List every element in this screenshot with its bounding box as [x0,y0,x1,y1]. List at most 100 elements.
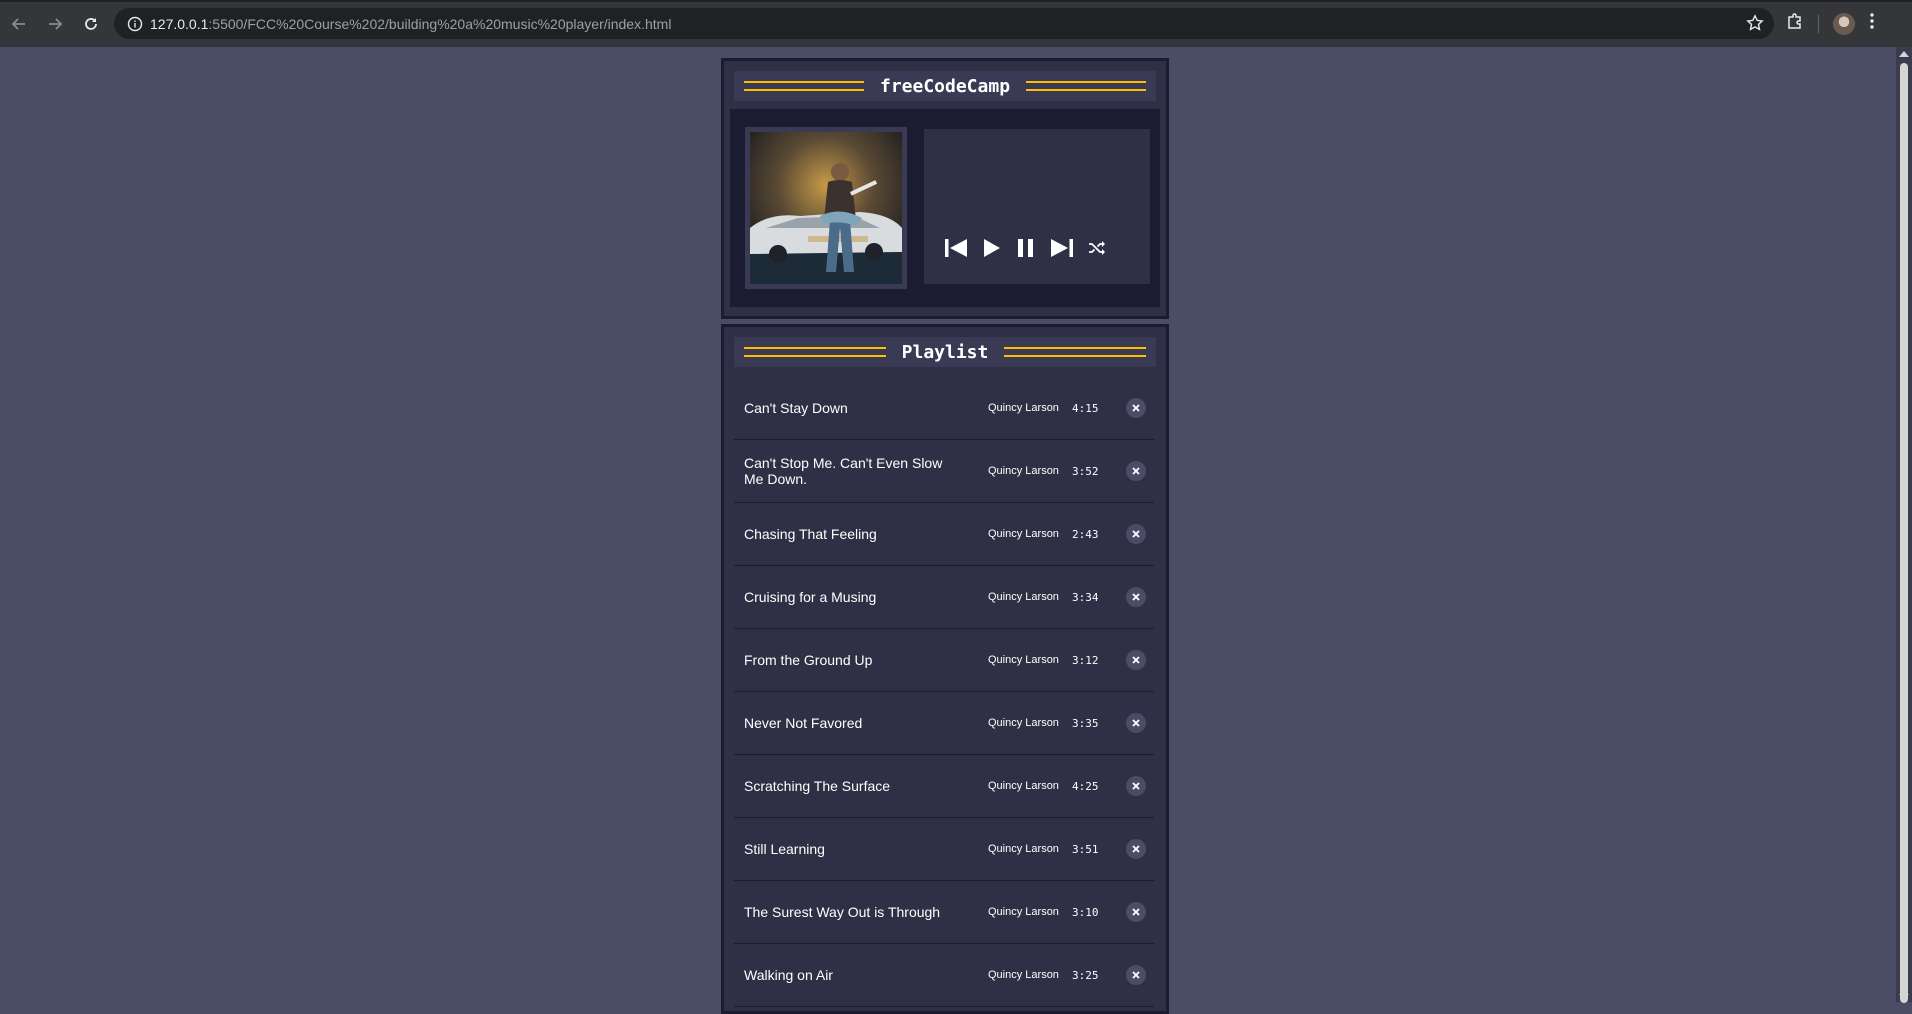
song-artist: Quincy Larson [988,402,1059,414]
delete-song-button[interactable] [1126,461,1146,481]
profile-avatar[interactable] [1833,12,1855,35]
extensions-icon[interactable] [1786,12,1804,35]
song-title[interactable]: Scratching The Surface [744,778,959,794]
playlist-song[interactable]: From the Ground Up Quincy Larson 3:12 [734,629,1154,692]
delete-song-button[interactable] [1126,902,1146,922]
reload-icon [85,17,97,30]
playlist-header: Playlist [734,337,1156,367]
song-title[interactable]: Cruising for a Musing [744,589,959,605]
site-info-icon[interactable] [120,16,150,32]
playlist-song[interactable]: Cruising for a Musing Quincy Larson 3:34 [734,566,1154,629]
song-duration: 3:51 [1072,842,1099,856]
address-bar[interactable]: 127.0.0.1:5500/FCC%20Course%202/building… [114,8,1774,39]
playlist-song[interactable]: Scratching The Surface Quincy Larson 4:25 [734,755,1154,818]
controls-panel [924,129,1150,284]
close-icon [1132,719,1140,727]
song-title[interactable]: Can't Stay Down [744,400,959,416]
song-title[interactable]: From the Ground Up [744,652,959,668]
play-button[interactable] [982,237,1002,259]
album-art [745,127,907,289]
song-duration: 4:25 [1072,779,1099,793]
song-artist: Quincy Larson [988,843,1059,855]
bookmark-star-icon[interactable] [1746,14,1764,37]
delete-song-button[interactable] [1126,587,1146,607]
delete-song-button[interactable] [1126,650,1146,670]
song-artist: Quincy Larson [988,528,1059,540]
header-decoration-right [1026,81,1147,91]
delete-song-button[interactable] [1126,524,1146,544]
song-artist: Quincy Larson [988,969,1059,981]
pause-icon [1018,239,1033,257]
song-title[interactable]: Still Learning [744,841,959,857]
song-duration: 3:35 [1072,716,1099,730]
scroll-down-arrow-icon[interactable] [1899,994,1909,1000]
song-duration: 2:43 [1072,527,1099,541]
url-path: :5500/FCC%20Course%202/building%20a%20mu… [208,15,672,32]
scroll-thumb[interactable] [1900,63,1908,1003]
playlist-song[interactable]: Never Not Favored Quincy Larson 3:35 [734,692,1154,755]
player-header: freeCodeCamp [734,71,1156,101]
close-icon [1132,656,1140,664]
player-controls [944,237,1106,259]
arrow-right-icon [49,17,63,30]
header-decoration-left [744,81,864,91]
delete-song-button[interactable] [1126,398,1146,418]
album-art-image [750,132,902,284]
url-host: 127.0.0.1 [150,15,209,32]
song-title[interactable]: Can't Stop Me. Can't Even Slow Me Down. [744,455,959,487]
playlist-songs: Can't Stay Down Quincy Larson 4:15 Can't St… [734,377,1154,1007]
playlist-panel: Playlist Can't Stay Down Quincy Larson 4:1… [721,324,1169,1014]
scroll-up-arrow-icon[interactable] [1899,51,1909,57]
player-content [730,109,1160,307]
song-artist: Quincy Larson [988,906,1059,918]
song-artist: Quincy Larson [988,717,1059,729]
playlist-song[interactable]: Can't Stop Me. Can't Even Slow Me Down. Q… [734,440,1154,503]
playlist-title: Playlist [901,341,989,363]
next-button[interactable] [1050,237,1074,259]
song-duration: 3:34 [1072,590,1099,604]
close-icon [1132,593,1140,601]
delete-song-button[interactable] [1126,839,1146,859]
next-icon [1051,239,1073,257]
song-duration: 3:12 [1072,653,1099,667]
song-title[interactable]: The Surest Way Out is Through [744,904,959,920]
url-text[interactable]: 127.0.0.1:5500/FCC%20Course%202/building… [150,16,671,32]
previous-icon [945,239,967,257]
playlist-song[interactable]: The Surest Way Out is Through Quincy Lars… [734,881,1154,944]
song-title[interactable]: Never Not Favored [744,715,959,731]
music-player: freeCodeCamp [721,58,1169,319]
delete-song-button[interactable] [1126,713,1146,733]
previous-button[interactable] [944,237,968,259]
reload-button[interactable] [74,7,108,41]
delete-song-button[interactable] [1126,965,1146,985]
playlist-song[interactable]: Chasing That Feeling Quincy Larson 2:43 [734,503,1154,566]
player-title: freeCodeCamp [879,75,1011,97]
close-icon [1132,530,1140,538]
pause-button[interactable] [1016,237,1036,259]
song-title[interactable]: Walking on Air [744,967,959,983]
header-decoration-right [1004,347,1147,357]
back-button[interactable] [2,7,36,41]
shuffle-button[interactable] [1088,240,1106,256]
song-title[interactable]: Chasing That Feeling [744,526,959,542]
arrow-left-icon [11,17,25,30]
toolbar-divider [1818,14,1819,33]
forward-button[interactable] [38,7,72,41]
kebab-menu-icon[interactable] [1869,12,1875,35]
song-artist: Quincy Larson [988,465,1059,477]
toolbar-right [1786,0,1875,47]
play-icon [984,239,1000,257]
header-decoration-left [744,347,886,357]
song-artist: Quincy Larson [988,591,1059,603]
song-artist: Quincy Larson [988,654,1059,666]
browser-toolbar: 127.0.0.1:5500/FCC%20Course%202/building… [0,0,1912,47]
delete-song-button[interactable] [1126,776,1146,796]
close-icon [1132,404,1140,412]
shuffle-icon [1089,241,1105,255]
playlist-song[interactable]: Still Learning Quincy Larson 3:51 [734,818,1154,881]
song-artist: Quincy Larson [988,780,1059,792]
page-scrollbar[interactable] [1896,47,1912,1003]
close-icon [1132,467,1140,475]
playlist-song[interactable]: Can't Stay Down Quincy Larson 4:15 [734,377,1154,440]
playlist-song[interactable]: Walking on Air Quincy Larson 3:25 [734,944,1154,1007]
